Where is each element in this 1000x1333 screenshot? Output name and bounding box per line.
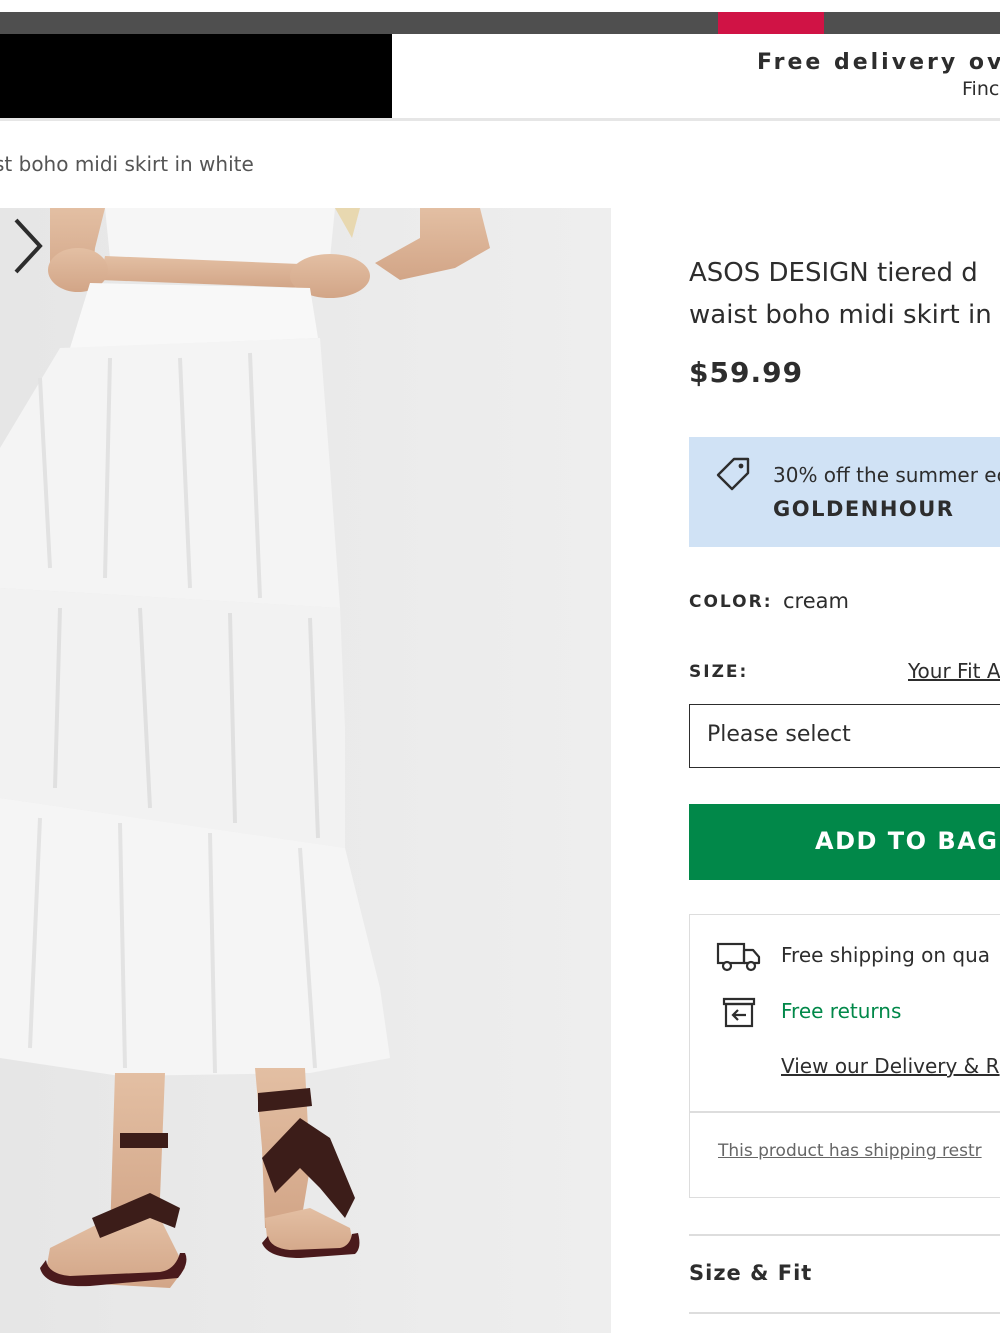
- chevron-right-icon[interactable]: [0, 208, 56, 284]
- returns-box-icon: [722, 997, 756, 1028]
- product-price: $59.99: [689, 356, 804, 389]
- header-divider: [0, 118, 1000, 121]
- shipping-info-box: Free shipping on qua Free returns View o…: [689, 914, 1000, 1198]
- product-image-gallery[interactable]: [0, 208, 611, 1333]
- color-value: cream: [783, 589, 849, 613]
- product-title-line1: ASOS DESIGN tiered d: [689, 258, 978, 288]
- breadcrumb-current: st boho midi skirt in white: [0, 152, 254, 176]
- delivery-banner-title: Free delivery ove: [757, 50, 1000, 75]
- shipping-divider: [690, 1111, 1000, 1113]
- color-label: COLOR:: [689, 592, 773, 612]
- top-promo-strip: [0, 12, 1000, 34]
- size-label: SIZE:: [689, 662, 749, 682]
- accordion-divider-top: [689, 1234, 1000, 1236]
- size-select[interactable]: Please select: [689, 704, 1000, 768]
- promo-code: GOLDENHOUR: [773, 497, 955, 521]
- product-title: ASOS DESIGN tiered d waist boho midi ski…: [689, 252, 1000, 336]
- delivery-policy-link[interactable]: View our Delivery & R: [781, 1054, 1000, 1078]
- free-returns-text: Free returns: [781, 999, 902, 1023]
- tag-icon: [716, 457, 750, 491]
- product-photo: [0, 208, 611, 1333]
- free-shipping-text: Free shipping on qua: [781, 943, 991, 967]
- truck-icon: [716, 942, 761, 972]
- delivery-banner[interactable]: Free delivery ove Finc: [392, 34, 1000, 118]
- product-title-line2: waist boho midi skirt in v: [689, 300, 1000, 330]
- breadcrumb: st boho midi skirt in white: [0, 152, 254, 176]
- add-to-bag-button[interactable]: ADD TO BAG: [689, 804, 1000, 880]
- promo-banner: 30% off the summer ec GOLDENHOUR: [689, 437, 1000, 547]
- delivery-banner-subtitle: Finc: [962, 78, 1000, 100]
- product-page: Free delivery ove Finc st boho midi skir…: [0, 0, 1000, 1333]
- top-strip-accent: [718, 12, 824, 34]
- accordion-divider-bottom: [689, 1312, 1000, 1314]
- shipping-restriction-link[interactable]: This product has shipping restr: [718, 1141, 982, 1161]
- add-to-bag-label: ADD TO BAG: [815, 827, 999, 855]
- promo-text: 30% off the summer ec: [773, 463, 1000, 487]
- header-black-panel: [0, 34, 392, 118]
- size-select-placeholder: Please select: [707, 722, 851, 747]
- fit-assistant-link[interactable]: Your Fit A: [908, 659, 1000, 683]
- size-fit-accordion[interactable]: Size & Fit: [689, 1261, 812, 1285]
